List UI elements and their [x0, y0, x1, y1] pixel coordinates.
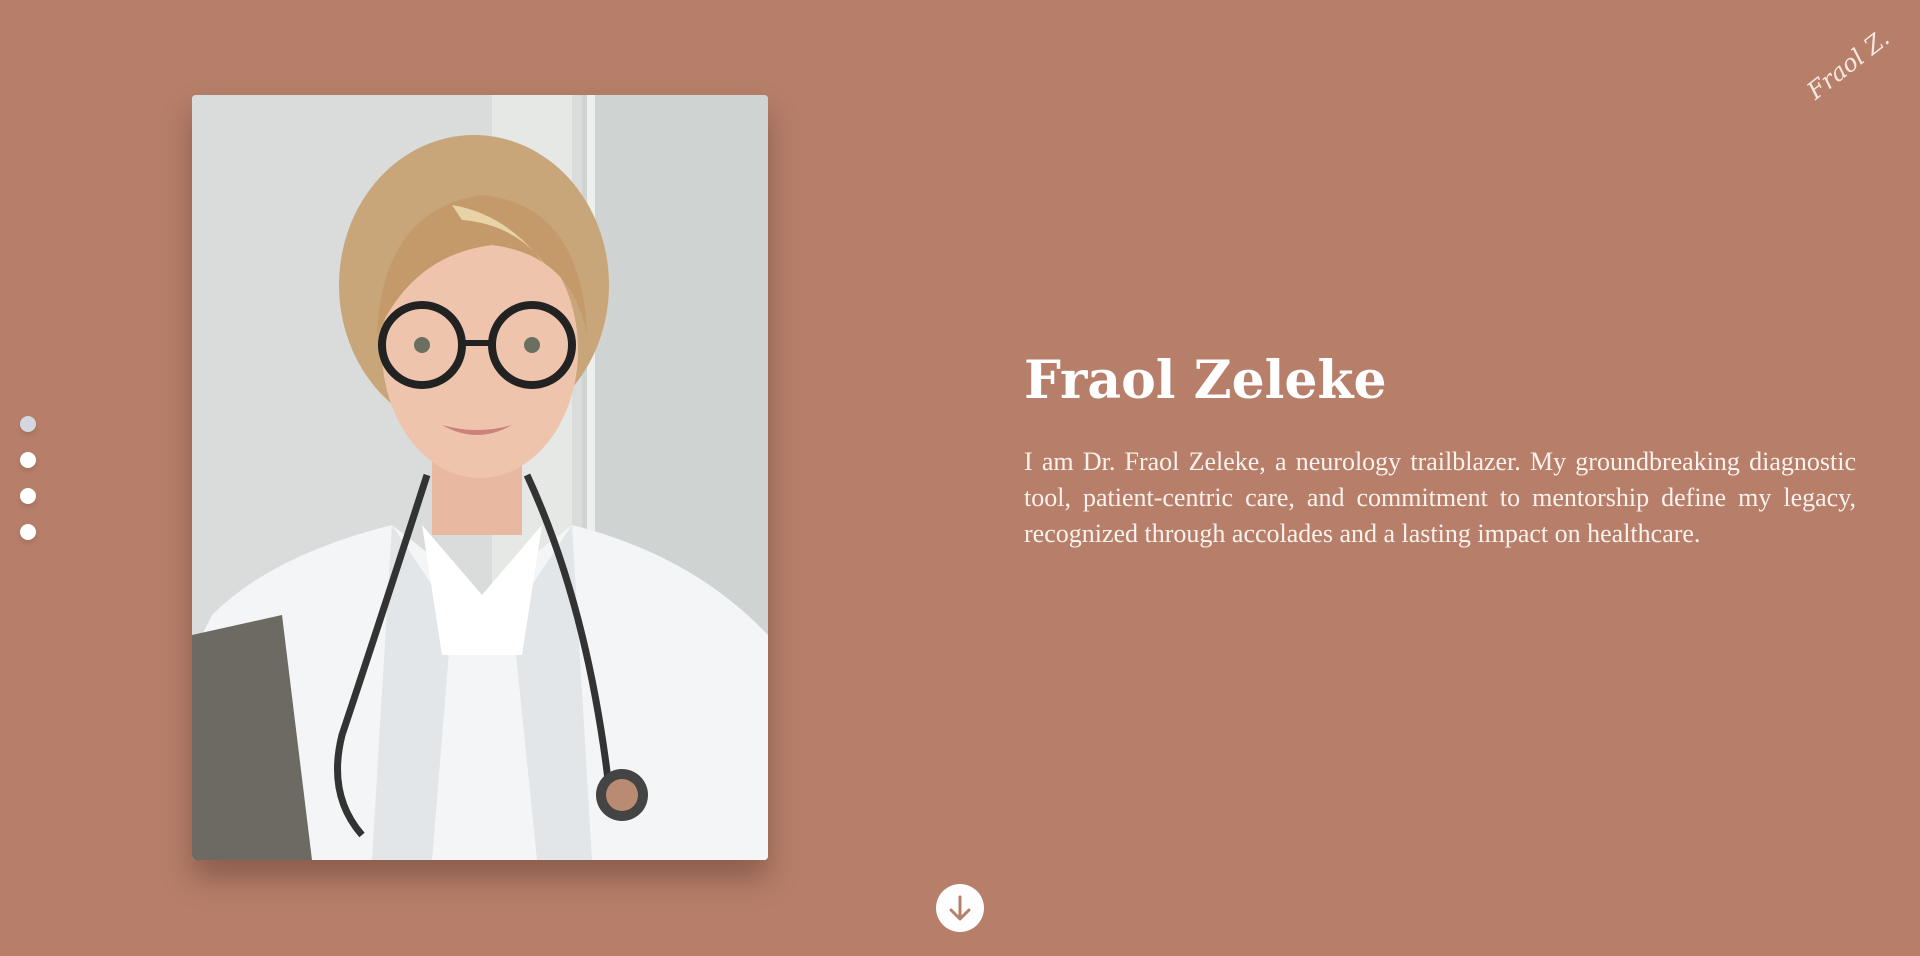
slide-nav: [20, 416, 36, 540]
slide-nav-dot-2[interactable]: [20, 452, 36, 468]
signature-logo-image: Fraol Z.: [1801, 24, 1895, 106]
doctor-portrait-photo: [192, 95, 768, 860]
scroll-down-button[interactable]: [936, 884, 984, 932]
slide-nav-dot-4[interactable]: [20, 524, 36, 540]
slide-nav-dot-3[interactable]: [20, 488, 36, 504]
arrow-down-icon: [949, 895, 971, 921]
slide-nav-dot-1[interactable]: [20, 416, 36, 432]
portrait-illustration: [192, 95, 768, 860]
page-title: Fraol Zeleke: [1024, 350, 1387, 411]
hero-content: Fraol Zeleke I am Dr. Fraol Zeleke, a ne…: [1024, 350, 1856, 552]
hero-page: Fraol Z. Fraol Zeleke I am Dr. Fraol Zel…: [0, 0, 1920, 956]
bio-text: I am Dr. Fraol Zeleke, a neurology trail…: [1024, 447, 1856, 549]
signature-logo[interactable]: Fraol Z.: [1792, 18, 1895, 108]
svg-text:Fraol Z.: Fraol Z.: [1801, 24, 1892, 106]
